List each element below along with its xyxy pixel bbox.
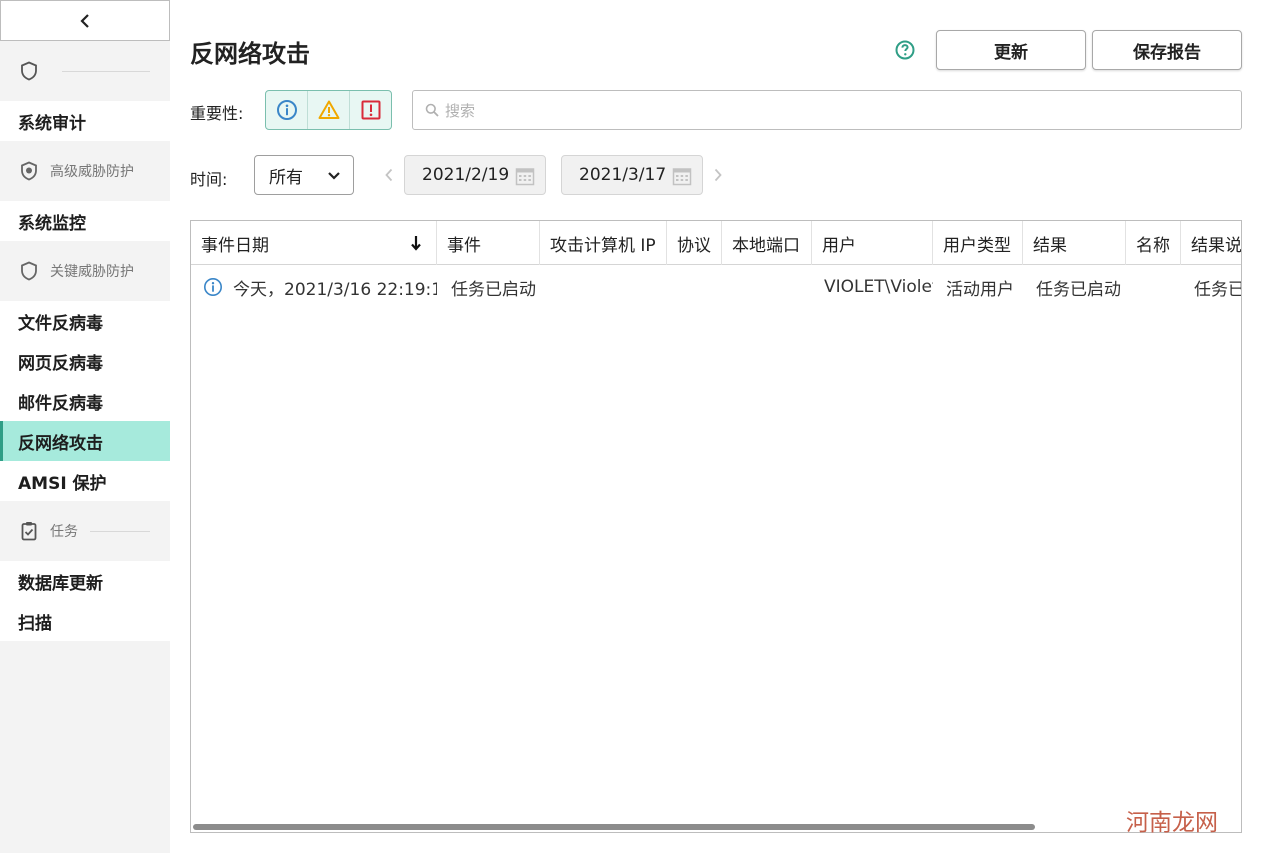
time-label: 时间: — [190, 170, 228, 189]
horizontal-scrollbar[interactable] — [193, 824, 1035, 830]
severity-critical-toggle[interactable] — [350, 91, 391, 129]
sidebar-item-amsi[interactable]: AMSI 保护 — [0, 461, 170, 501]
column-header-local-port[interactable]: 本地端口 — [722, 221, 812, 265]
clipboard-check-icon — [21, 522, 37, 541]
sidebar-item-scan[interactable]: 扫描 — [0, 601, 170, 641]
chevron-right-icon — [714, 168, 722, 182]
severity-info-toggle[interactable] — [266, 91, 308, 129]
date-from-value: 2021/2/19 — [422, 165, 510, 185]
search-icon — [425, 103, 439, 117]
sidebar-group-header: 关键威胁防护 — [0, 241, 170, 301]
column-header-user[interactable]: 用户 — [812, 221, 933, 265]
time-range-value: 所有 — [269, 167, 303, 188]
date-from-field[interactable]: 2021/2/19 — [404, 155, 546, 195]
sidebar-item-network-attack[interactable]: 反网络攻击 — [0, 421, 170, 461]
help-icon[interactable] — [895, 40, 915, 60]
search-placeholder: 搜索 — [445, 101, 476, 120]
date-to-field[interactable]: 2021/3/17 — [561, 155, 703, 195]
divider — [90, 530, 150, 532]
column-header-user-type[interactable]: 用户类型 — [933, 221, 1023, 265]
table-header: 事件日期 事件 攻击计算机 IP 协议 本地端口 用户 用户类型 结果 名称 结… — [191, 221, 1241, 265]
sidebar-item-web-antivirus[interactable]: 网页反病毒 — [0, 341, 170, 381]
sidebar-item-system-monitor[interactable]: 系统监控 — [0, 201, 170, 241]
sidebar-group-label: 任务 — [50, 524, 78, 540]
save-report-button[interactable]: 保存报告 — [1092, 30, 1242, 70]
chevron-down-icon — [328, 172, 340, 180]
sidebar-group-items: 系统监控 — [0, 201, 170, 241]
cell-event-date: 今天，2021/3/16 22:19:19 — [203, 266, 437, 308]
column-header-attacker-ip[interactable]: 攻击计算机 IP — [540, 221, 667, 265]
critical-icon — [361, 100, 380, 120]
shield-icon — [21, 61, 37, 81]
watermark: 河南龙网 — [1126, 810, 1218, 836]
warning-icon — [318, 100, 339, 119]
severity-filter — [265, 90, 392, 130]
cell-protocol — [677, 266, 722, 308]
sidebar-group-label: 关键威胁防护 — [50, 264, 134, 280]
chevron-left-icon — [385, 168, 393, 182]
event-date-text: 今天，2021/3/16 22:19:19 — [233, 279, 437, 300]
prev-period-button[interactable] — [383, 166, 395, 184]
divider — [62, 70, 150, 72]
sidebar-item-file-antivirus[interactable]: 文件反病毒 — [0, 301, 170, 341]
cell-result-description: 任务已启动 — [1194, 279, 1241, 300]
page-title: 反网络攻击 — [190, 40, 310, 68]
date-to-value: 2021/3/17 — [579, 165, 667, 185]
sidebar-item-database-update[interactable]: 数据库更新 — [0, 561, 170, 601]
next-period-button[interactable] — [712, 166, 724, 184]
severity-warning-toggle[interactable] — [308, 91, 350, 129]
app-window: 系统审计 高级威胁防护 系统监控 关键威胁防护 文件反病毒 网页反病毒 邮件反病… — [0, 0, 1262, 853]
cell-result: 任务已启动 — [1036, 279, 1121, 300]
back-button[interactable] — [0, 0, 170, 41]
chevron-left-icon — [80, 13, 89, 28]
sidebar: 系统审计 高级威胁防护 系统监控 关键威胁防护 文件反病毒 网页反病毒 邮件反病… — [0, 0, 170, 853]
cell-event: 任务已启动 — [451, 279, 536, 300]
sidebar-group-header: 任务 — [0, 501, 170, 561]
sidebar-group-header: 高级威胁防护 — [0, 141, 170, 201]
table-row[interactable]: 今天，2021/3/16 22:19:19 任务已启动 VIOLET\Viole… — [191, 266, 1241, 308]
column-header-event[interactable]: 事件 — [437, 221, 540, 265]
info-icon — [276, 100, 297, 120]
cell-user-type: 活动用户 — [946, 279, 1014, 300]
column-header-label: 事件日期 — [201, 235, 269, 256]
time-range-select[interactable]: 所有 — [254, 155, 354, 195]
sidebar-group-items: 数据库更新 扫描 — [0, 561, 170, 641]
search-input[interactable]: 搜索 — [412, 90, 1242, 130]
shield-icon — [21, 261, 37, 281]
sidebar-group-items: 系统审计 — [0, 101, 170, 141]
cell-user: VIOLET\Violet — [824, 277, 933, 297]
sidebar-item-mail-antivirus[interactable]: 邮件反病毒 — [0, 381, 170, 421]
severity-label: 重要性: — [190, 104, 244, 123]
sort-descending-icon — [411, 236, 421, 251]
shield-dot-icon — [21, 161, 37, 181]
sidebar-group-header — [0, 41, 170, 101]
sidebar-group-label: 高级威胁防护 — [50, 164, 134, 180]
column-header-result-description[interactable]: 结果说明 — [1181, 221, 1241, 265]
calendar-icon[interactable] — [515, 166, 535, 186]
sidebar-item-system-audit[interactable]: 系统审计 — [0, 101, 170, 141]
refresh-button[interactable]: 更新 — [936, 30, 1086, 70]
column-header-name[interactable]: 名称 — [1126, 221, 1181, 265]
cell-local-port — [732, 266, 812, 308]
cell-attacker-ip — [550, 266, 667, 308]
column-header-event-date[interactable]: 事件日期 — [191, 221, 437, 265]
events-table: 事件日期 事件 攻击计算机 IP 协议 本地端口 用户 用户类型 结果 名称 结… — [190, 220, 1242, 833]
calendar-icon[interactable] — [672, 166, 692, 186]
sidebar-group-items: 文件反病毒 网页反病毒 邮件反病毒 反网络攻击 AMSI 保护 — [0, 301, 170, 501]
cell-name — [1136, 266, 1181, 308]
column-header-protocol[interactable]: 协议 — [667, 221, 722, 265]
info-icon — [204, 278, 222, 296]
column-header-result[interactable]: 结果 — [1023, 221, 1126, 265]
